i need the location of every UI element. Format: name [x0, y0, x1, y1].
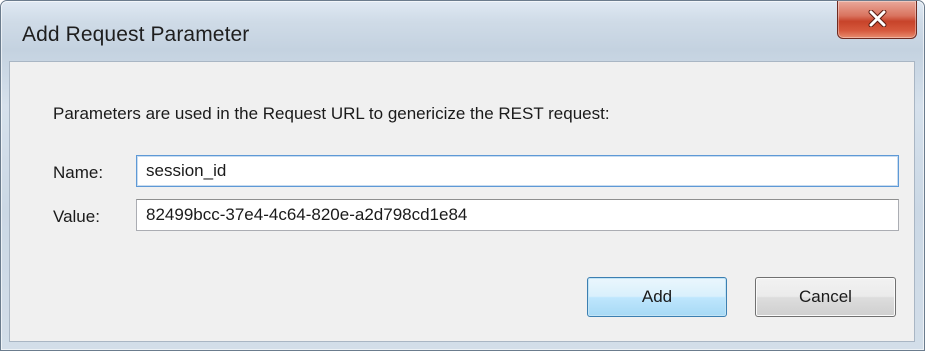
window-title: Add Request Parameter	[22, 23, 250, 46]
cancel-button[interactable]: Cancel	[755, 277, 896, 317]
add-request-parameter-dialog: Add Request Parameter Parameters are use…	[0, 0, 925, 351]
title-bar[interactable]: Add Request Parameter	[1, 1, 924, 63]
value-input[interactable]	[136, 199, 899, 231]
description-text: Parameters are used in the Request URL t…	[53, 104, 610, 123]
close-button[interactable]	[837, 1, 917, 39]
add-button[interactable]: Add	[587, 277, 727, 317]
value-label: Value:	[53, 207, 100, 226]
dialog-content: Parameters are used in the Request URL t…	[9, 61, 915, 342]
name-input[interactable]	[136, 155, 899, 187]
name-label: Name:	[53, 163, 104, 182]
